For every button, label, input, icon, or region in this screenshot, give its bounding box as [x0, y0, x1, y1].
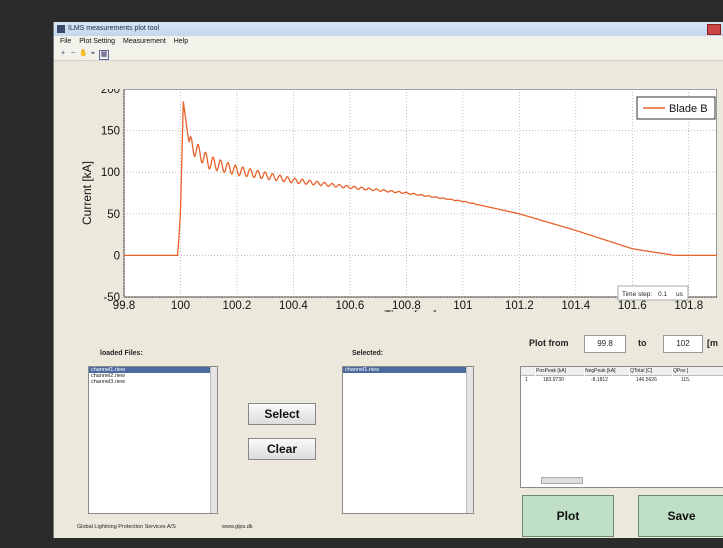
y-axis-label: Current [kA]	[80, 161, 94, 225]
table-horizontal-scrollbar[interactable]	[541, 477, 583, 484]
table-header: PosPeak [kA]	[536, 367, 584, 376]
x-tick-label: 100.4	[279, 300, 308, 312]
title-bar: ILMS measurements plot tool	[54, 22, 723, 36]
footer-url[interactable]: www.glps.dk	[222, 524, 253, 530]
window-title: ILMS measurements plot tool	[68, 25, 160, 32]
table-header: QTotal [C]	[630, 367, 672, 376]
table-cell[interactable]: 115.	[681, 377, 690, 383]
menu-file[interactable]: File	[60, 38, 71, 45]
grid-icon[interactable]: ▦	[99, 50, 109, 60]
table-corner	[521, 367, 535, 376]
table-header: NegPeak [kA]	[585, 367, 629, 376]
plot-to-input[interactable]: 102	[663, 335, 703, 353]
x-tick-label: 101.4	[561, 300, 590, 312]
x-tick-label: 101.8	[674, 300, 703, 312]
selected-list[interactable]: channel1.riew	[342, 366, 474, 514]
legend-label: Blade B	[669, 103, 708, 115]
menu-help[interactable]: Help	[174, 38, 188, 45]
plot-from-input[interactable]: 99.8	[584, 335, 626, 353]
table-header: QPos [	[673, 367, 723, 376]
zoom-out-icon[interactable]: −	[69, 50, 77, 58]
menu-measurement[interactable]: Measurement	[123, 38, 166, 45]
y-tick-label: 100	[101, 167, 120, 179]
results-table[interactable]: PosPeak [kA] NegPeak [kA] QTotal [C] QPo…	[520, 366, 723, 488]
plot-unit-label: [m	[707, 338, 718, 348]
y-tick-label: 150	[101, 126, 120, 138]
x-tick-label: 100	[171, 300, 190, 312]
selected-scrollbar[interactable]	[466, 367, 473, 513]
footer-company: Global Lightning Protection Services A/S	[77, 524, 176, 530]
plot-button[interactable]: Plot	[522, 495, 614, 537]
selected-file-item[interactable]: channel1.riew	[343, 367, 473, 373]
plot-to-label: to	[638, 338, 647, 348]
y-tick-label: 0	[114, 250, 120, 262]
zoom-in-icon[interactable]: +	[59, 50, 67, 58]
x-tick-label: 101	[453, 300, 472, 312]
datacursor-icon[interactable]: ⌖	[89, 50, 97, 58]
menu-bar: File Plot Setting Measurement Help	[54, 36, 723, 48]
x-axis-label: Time [ms]	[384, 308, 436, 312]
x-tick-label: 101.2	[505, 300, 534, 312]
select-button[interactable]: Select	[248, 403, 316, 425]
toolbar: + − ✋ ⌖ ▦	[54, 48, 723, 61]
time-step-label: Time step:	[622, 291, 652, 298]
pan-icon[interactable]: ✋	[79, 50, 88, 58]
menu-plot-setting[interactable]: Plot Setting	[79, 38, 115, 45]
loaded-files-list[interactable]: channel1.riew channel2.riew channel3.rie…	[88, 366, 218, 514]
table-cell[interactable]: 146.5626	[636, 377, 657, 383]
time-step-value: 0.1	[658, 291, 667, 298]
plot-background	[123, 88, 718, 298]
table-cell[interactable]: -8.1812	[591, 377, 608, 383]
app-icon	[57, 25, 65, 33]
loaded-files-scrollbar[interactable]	[210, 367, 217, 513]
y-tick-label: 200	[101, 89, 120, 96]
selected-label: Selected:	[352, 350, 384, 357]
x-tick-label: 101.6	[618, 300, 647, 312]
y-tick-label: 50	[107, 209, 120, 221]
time-step-unit: us	[676, 291, 684, 298]
current-chart[interactable]: 99.8 100 100.2 100.4 100.6 100.8 101 101.2 101.4…	[77, 84, 718, 322]
plot-area: 99.8 100 100.2 100.4 100.6 100.8 101 101.2 101.4…	[77, 84, 718, 322]
x-tick-label: 100.6	[336, 300, 365, 312]
clear-button[interactable]: Clear	[248, 438, 316, 460]
table-row-index: 1	[525, 377, 528, 383]
y-tick-label: -50	[103, 292, 120, 304]
close-window-button[interactable]	[707, 24, 721, 35]
plot-from-label: Plot from	[529, 338, 569, 348]
loaded-file-item[interactable]: channel3.riew	[89, 379, 217, 385]
table-cell[interactable]: 183.9730	[543, 377, 564, 383]
loaded-files-label: loaded Files:	[100, 350, 143, 357]
x-tick-label: 100.2	[223, 300, 252, 312]
save-button[interactable]: Save	[638, 495, 723, 537]
